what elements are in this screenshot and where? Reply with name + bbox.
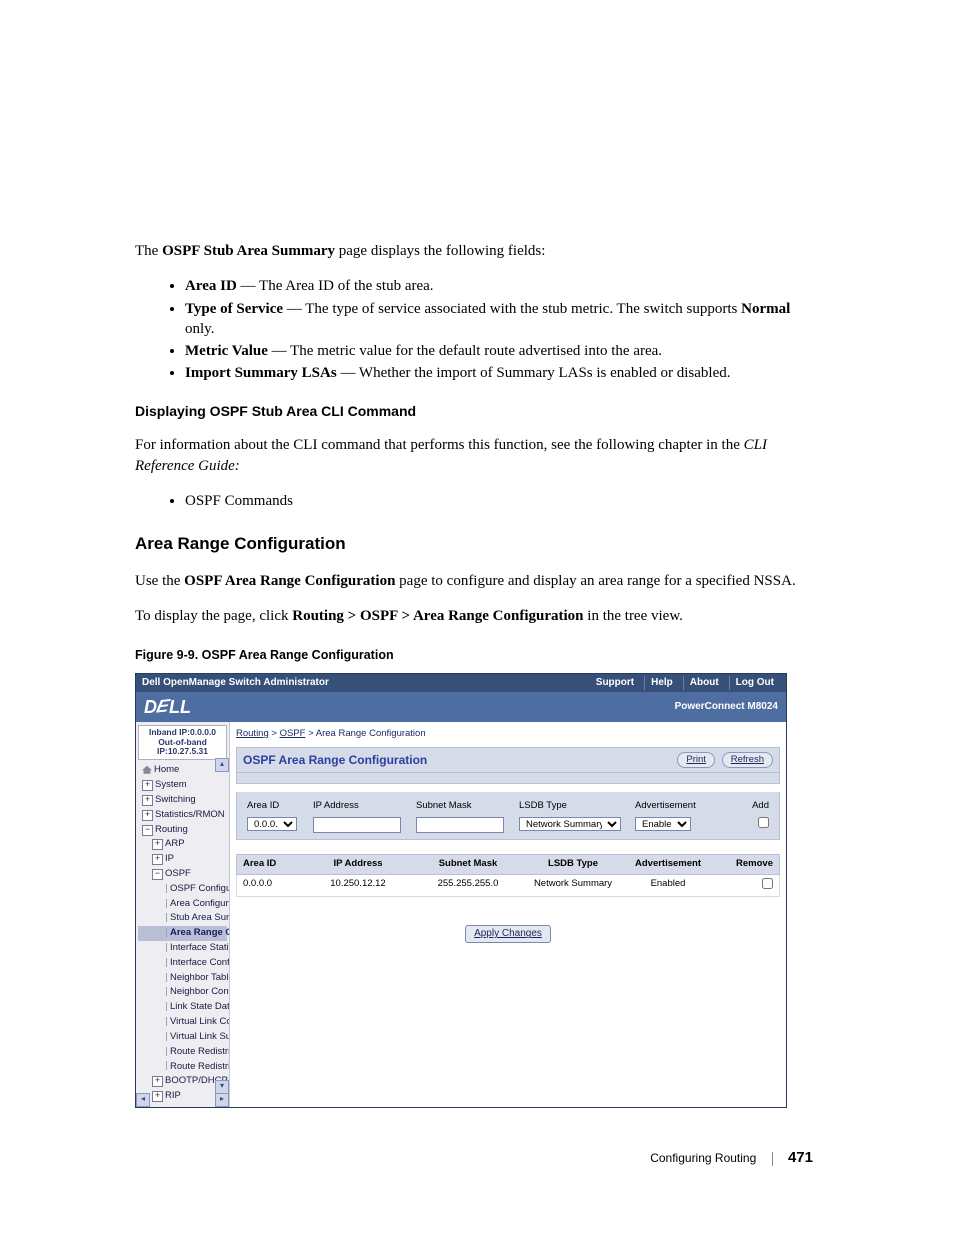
link-about[interactable]: About — [683, 676, 725, 690]
add-form: Area ID IP Address Subnet Mask LSDB Type… — [236, 792, 780, 840]
link-help[interactable]: Help — [644, 676, 679, 690]
cell-lsdb: Network Summary — [523, 878, 623, 894]
refresh-button[interactable]: Refresh — [722, 752, 773, 768]
crumb-current: Area Range Configuration — [316, 728, 426, 739]
cell-adv: Enabled — [623, 878, 713, 894]
area-id-select[interactable]: 0.0.0.0 — [247, 817, 297, 831]
use-paragraph: Use the OSPF Area Range Configuration pa… — [135, 571, 819, 591]
list-item: OSPF Commands — [185, 491, 819, 511]
print-button[interactable]: Print — [677, 752, 715, 768]
nav-tree: Inband IP:0.0.0.0Out-of-band IP:10.27.5.… — [136, 722, 230, 1107]
crumb-routing[interactable]: Routing — [236, 728, 269, 739]
page-footer: Configuring Routing 471 — [135, 1148, 819, 1168]
intro-paragraph: The OSPF Stub Area Summary page displays… — [135, 241, 819, 261]
list-row: 0.0.0.0 10.250.12.12 255.255.255.0 Netwo… — [236, 875, 780, 898]
scroll-right-icon[interactable]: ▸ — [215, 1093, 229, 1107]
tree-item[interactable]: Link State Databa — [138, 1000, 227, 1015]
tree-item[interactable]: Interface Configura — [138, 956, 227, 971]
tree-item[interactable]: Area Range Con — [138, 926, 227, 941]
tree-item[interactable]: Neighbor Table — [138, 971, 227, 986]
cell-area: 0.0.0.0 — [243, 878, 303, 894]
tree-item[interactable]: +BOOTP/DHCP Relay — [138, 1074, 227, 1089]
add-checkbox[interactable] — [758, 817, 769, 828]
list-item: Metric Value — The metric value for the … — [185, 341, 819, 361]
app-title: Dell OpenManage Switch Administrator — [142, 676, 329, 690]
crumb-ospf[interactable]: OSPF — [280, 728, 306, 739]
display-paragraph: To display the page, click Routing > OSP… — [135, 606, 819, 626]
tree-home[interactable]: Home — [138, 763, 227, 778]
scroll-down-icon[interactable]: ▾ — [215, 1080, 229, 1094]
tree-item[interactable]: Route Redistributio — [138, 1045, 227, 1060]
product-label: PowerConnect M8024 — [675, 700, 778, 714]
app-screenshot: Dell OpenManage Switch Administrator Sup… — [135, 673, 787, 1107]
field-bullet-list: Area ID — The Area ID of the stub area. … — [135, 276, 819, 383]
footer-title: Configuring Routing — [650, 1151, 756, 1165]
tree-item[interactable]: +IP — [138, 852, 227, 867]
tree-item[interactable]: +RIP — [138, 1089, 227, 1104]
form-input-row: 0.0.0.0 Network Summary Enable — [243, 817, 773, 833]
link-logout[interactable]: Log Out — [729, 676, 780, 690]
home-icon — [142, 766, 152, 774]
cell-mask: 255.255.255.0 — [413, 878, 523, 894]
advertisement-select[interactable]: Enable — [635, 817, 691, 831]
lsdb-type-select[interactable]: Network Summary — [519, 817, 621, 831]
scroll-left-icon[interactable]: ◂ — [136, 1093, 150, 1107]
breadcrumb: Routing > OSPF > Area Range Configuratio… — [236, 726, 780, 747]
dell-logo: DELL — [144, 695, 191, 719]
tree-item[interactable]: Neighbor Configura — [138, 985, 227, 1000]
tree-item[interactable]: +ARP — [138, 837, 227, 852]
tree-item[interactable]: +System — [138, 778, 227, 793]
cli-bullet-list: OSPF Commands — [135, 491, 819, 511]
list-item: Area ID — The Area ID of the stub area. — [185, 276, 819, 296]
tree-item[interactable]: −Routing — [138, 823, 227, 838]
tree-item[interactable]: Area Configuration — [138, 897, 227, 912]
top-bar: Dell OpenManage Switch Administrator Sup… — [136, 674, 786, 692]
tree-item[interactable]: Interface Statistics — [138, 941, 227, 956]
ip-info: Inband IP:0.0.0.0Out-of-band IP:10.27.5.… — [138, 725, 227, 760]
remove-checkbox[interactable] — [762, 878, 773, 889]
list-item: Import Summary LSAs — Whether the import… — [185, 363, 819, 383]
ip-address-input[interactable] — [313, 817, 401, 833]
form-header-row: Area ID IP Address Subnet Mask LSDB Type… — [243, 798, 773, 817]
figure-caption: Figure 9-9. OSPF Area Range Configuratio… — [135, 647, 819, 664]
main-panel: Routing > OSPF > Area Range Configuratio… — [230, 722, 786, 1107]
subnet-mask-input[interactable] — [416, 817, 504, 833]
page-number: 471 — [788, 1149, 813, 1166]
tree-item[interactable]: +Statistics/RMON — [138, 808, 227, 823]
tree-item[interactable]: Virtual Link Config — [138, 1015, 227, 1030]
tree-item[interactable]: Stub Area Summa — [138, 911, 227, 926]
tree-item[interactable]: −OSPF — [138, 867, 227, 882]
list-header: Area ID IP Address Subnet Mask LSDB Type… — [236, 854, 780, 875]
scroll-up-icon[interactable]: ▴ — [215, 758, 229, 772]
tree-item[interactable]: +Switching — [138, 793, 227, 808]
tree-item[interactable]: Route Redistributio — [138, 1060, 227, 1075]
cell-ip: 10.250.12.12 — [303, 878, 413, 894]
panel-header: OSPF Area Range Configuration Print Refr… — [236, 747, 780, 773]
tree-item[interactable]: Virtual Link Summ — [138, 1030, 227, 1045]
logo-bar: DELL PowerConnect M8024 — [136, 692, 786, 722]
heading-cli-command: Displaying OSPF Stub Area CLI Command — [135, 402, 819, 421]
tree-item[interactable]: OSPF Configuratio — [138, 882, 227, 897]
list-item: Type of Service — The type of service as… — [185, 299, 819, 340]
heading-area-range: Area Range Configuration — [135, 533, 819, 556]
panel-title: OSPF Area Range Configuration — [243, 752, 427, 768]
apply-changes-button[interactable]: Apply Changes — [465, 925, 551, 943]
cli-paragraph: For information about the CLI command th… — [135, 435, 819, 476]
link-support[interactable]: Support — [590, 676, 640, 690]
